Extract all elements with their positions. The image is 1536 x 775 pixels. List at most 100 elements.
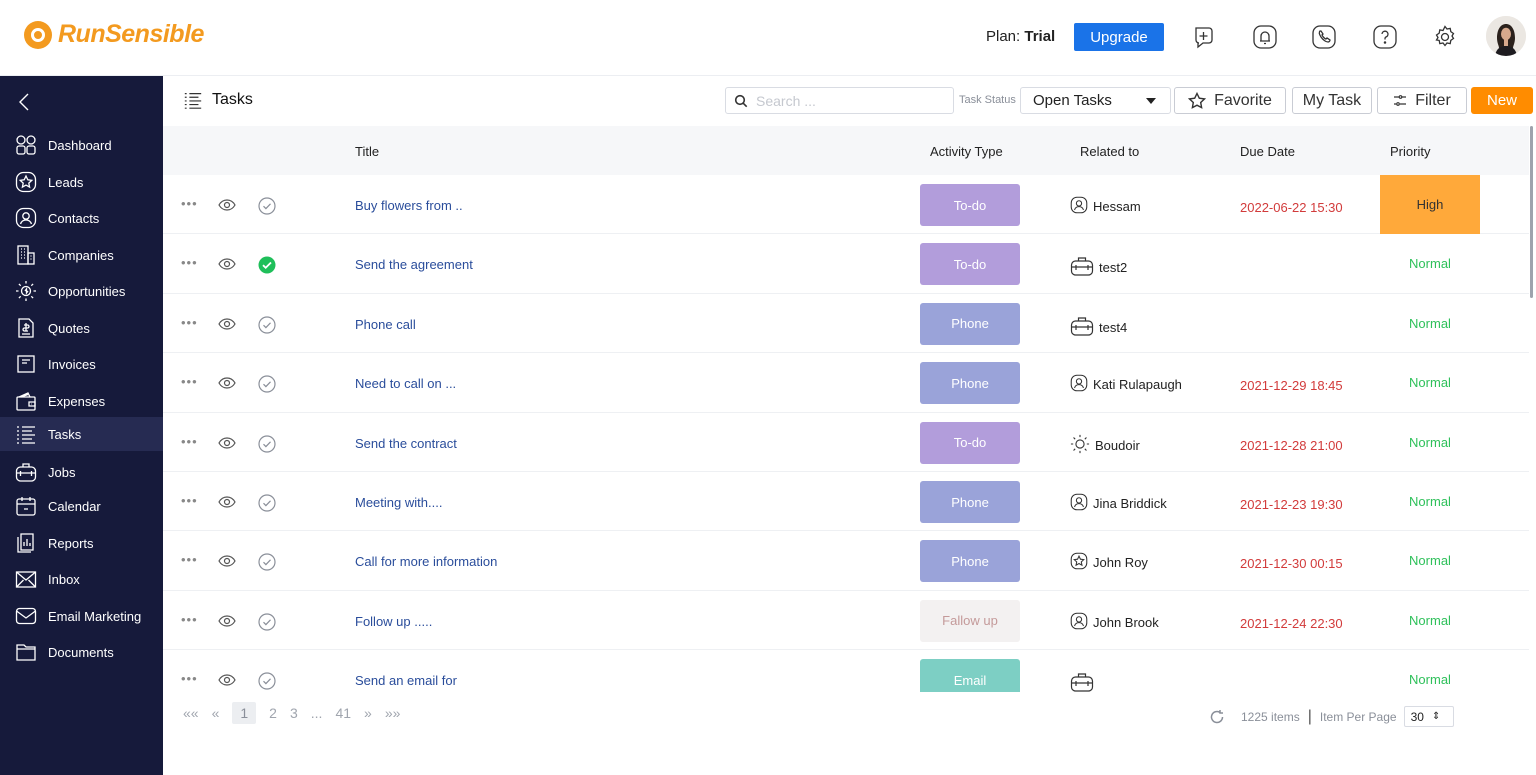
search-input[interactable] [756,92,936,109]
complete-check-icon[interactable] [258,672,276,690]
row-actions-menu-icon[interactable]: ••• [181,375,198,388]
my-task-button[interactable]: My Task [1292,87,1372,114]
view-eye-icon[interactable] [218,376,236,390]
help-icon[interactable] [1372,24,1398,50]
row-actions-menu-icon[interactable]: ••• [181,197,198,210]
row-actions-menu-icon[interactable]: ••• [181,256,198,269]
table-row[interactable]: ••• Follow up ..... Fallow up John Brook 202… [163,591,1529,651]
related-to-cell[interactable] [1070,671,1099,692]
table-row[interactable]: ••• Call for more information Phone John Ro… [163,531,1529,591]
task-status-select[interactable]: Open Tasks [1020,87,1171,114]
filter-button[interactable]: Filter [1377,87,1467,114]
view-eye-icon[interactable] [218,257,236,271]
complete-check-icon[interactable] [258,375,276,393]
scrollbar-thumb[interactable] [1530,126,1533,298]
collapse-sidebar-icon[interactable] [16,92,32,112]
related-to-cell[interactable]: Hessam [1070,196,1141,217]
sidebar-item-tasks[interactable]: Tasks [0,417,163,451]
related-to-cell[interactable]: Boudoir [1070,434,1140,457]
task-title-link[interactable]: Send the agreement [355,257,473,272]
next-page-button[interactable]: » [364,705,372,721]
row-actions-menu-icon[interactable]: ••• [181,613,198,626]
related-to-cell[interactable]: John Roy [1070,552,1148,573]
table-row[interactable]: ••• Buy flowers from .. To-do Hessam 2022-06… [163,175,1529,235]
completed-check-icon[interactable] [258,256,276,274]
phone-icon[interactable] [1311,24,1337,50]
sidebar-item-reports[interactable]: Reports [0,526,163,560]
sidebar-item-expenses[interactable]: Expenses [0,384,163,418]
sidebar-item-calendar[interactable]: Calendar [0,489,163,523]
sidebar-item-dashboard[interactable]: Dashboard [0,128,163,162]
complete-check-icon[interactable] [258,434,276,453]
table-row[interactable]: ••• Need to call on ... Phone Kati Rulapaug… [163,353,1529,413]
complete-check-icon[interactable] [258,494,276,512]
table-row[interactable]: ••• Send the agreement To-do test2 Normal [163,234,1529,294]
related-to-cell[interactable]: Kati Rulapaugh [1070,374,1182,395]
sidebar-item-leads[interactable]: Leads [0,165,163,199]
view-eye-icon[interactable] [218,614,236,628]
prev-page-button[interactable]: « [212,705,220,721]
brand-logo[interactable]: RunSensible [24,20,204,49]
sidebar-item-companies[interactable]: Companies [0,238,163,272]
upgrade-button[interactable]: Upgrade [1074,23,1164,51]
row-actions-menu-icon[interactable]: ••• [181,553,198,566]
view-eye-icon[interactable] [218,673,236,687]
complete-check-icon[interactable] [258,197,276,215]
page-button[interactable]: 3 [290,705,298,721]
row-actions-menu-icon[interactable]: ••• [181,672,198,685]
sidebar-item-email-marketing[interactable]: Email Marketing [0,599,163,633]
view-eye-icon[interactable] [218,495,236,509]
column-due-date[interactable]: Due Date [1240,144,1295,159]
search-box[interactable] [725,87,954,114]
sidebar-item-inbox[interactable]: Inbox [0,562,163,596]
complete-check-icon[interactable] [258,553,276,571]
user-avatar[interactable] [1486,16,1526,56]
related-to-cell[interactable]: test2 [1070,255,1127,280]
complete-check-icon[interactable] [258,316,276,334]
task-title-link[interactable]: Follow up ..... [355,614,432,629]
refresh-icon[interactable] [1209,709,1225,725]
page-button[interactable]: 2 [269,705,277,721]
view-eye-icon[interactable] [218,554,236,568]
view-eye-icon[interactable] [218,198,236,212]
table-row[interactable]: ••• Send the contract To-do Boudoir 2021-12-… [163,413,1529,472]
task-title-link[interactable]: Phone call [355,317,416,332]
sidebar-item-contacts[interactable]: Contacts [0,201,163,235]
related-to-cell[interactable]: Jina Briddick [1070,493,1167,514]
table-row[interactable]: ••• Send an email for Email Normal [163,650,1529,692]
first-page-button[interactable]: «« [183,705,199,721]
row-actions-menu-icon[interactable]: ••• [181,494,198,507]
row-actions-menu-icon[interactable]: ••• [181,316,198,329]
view-eye-icon[interactable] [218,436,236,450]
table-row[interactable]: ••• Phone call Phone test4 Normal [163,294,1529,354]
page-button-current[interactable]: 1 [232,702,257,724]
sidebar-item-opportunities[interactable]: Opportunities [0,274,163,308]
view-eye-icon[interactable] [218,317,236,331]
notification-bell-icon[interactable] [1252,24,1278,50]
page-button[interactable]: 41 [335,705,351,721]
add-task-icon[interactable] [1191,24,1217,50]
column-title[interactable]: Title [355,144,379,159]
per-page-select[interactable]: 30 ⇕ [1403,706,1454,727]
last-page-button[interactable]: »» [385,705,401,721]
related-to-cell[interactable]: test4 [1070,315,1127,340]
column-activity-type[interactable]: Activity Type [930,144,1003,159]
task-title-link[interactable]: Buy flowers from .. [355,198,463,213]
related-to-cell[interactable]: John Brook [1070,612,1159,633]
column-priority[interactable]: Priority [1390,144,1430,159]
sidebar-item-invoices[interactable]: Invoices [0,347,163,381]
task-title-link[interactable]: Need to call on ... [355,376,456,391]
settings-gear-icon[interactable] [1432,24,1458,50]
task-title-link[interactable]: Meeting with.... [355,495,442,510]
table-row[interactable]: ••• Meeting with.... Phone Jina Briddick 202… [163,472,1529,532]
favorite-button[interactable]: Favorite [1174,87,1286,114]
sidebar-item-jobs[interactable]: Jobs [0,455,163,489]
row-actions-menu-icon[interactable]: ••• [181,435,198,448]
task-title-link[interactable]: Send the contract [355,436,457,451]
sidebar-item-documents[interactable]: Documents [0,635,163,669]
new-task-button[interactable]: New [1471,87,1533,114]
complete-check-icon[interactable] [258,613,276,631]
task-title-link[interactable]: Call for more information [355,554,497,569]
task-title-link[interactable]: Send an email for [355,673,457,688]
column-related-to[interactable]: Related to [1080,144,1139,159]
